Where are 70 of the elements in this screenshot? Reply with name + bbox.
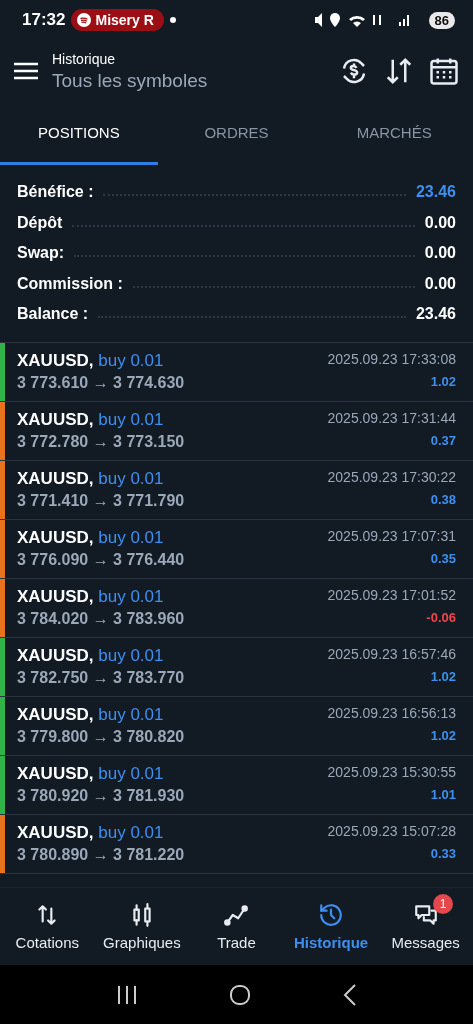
deal-time: 2025.09.23 17:33:08	[327, 350, 456, 367]
unread-badge: 1	[432, 894, 453, 914]
deal-time: 2025.09.23 15:07:28	[327, 822, 456, 839]
deal-symbol: XAUUSD, buy 0.01	[17, 704, 164, 725]
summary-value: 0.00	[424, 244, 456, 263]
deal-prices: 3 771.410 → 3 771.790	[17, 491, 185, 510]
deal-profit: 1.02	[430, 668, 456, 684]
deal-time: 2025.09.23 17:07:31	[327, 527, 456, 544]
deal-profit: 0.37	[430, 432, 456, 448]
home-icon[interactable]	[229, 983, 252, 1006]
chat-bubbles-icon	[412, 902, 439, 928]
music-icon	[77, 13, 92, 27]
summary-label: Commission :	[17, 274, 123, 293]
screen-title: Historique	[52, 50, 117, 67]
symbol-filter[interactable]: Tous les symboles	[52, 69, 325, 92]
deal-symbol: XAUUSD, buy 0.01	[17, 409, 164, 430]
battery-level: 86	[428, 11, 455, 29]
deal-symbol: XAUUSD, buy 0.01	[17, 527, 164, 548]
deal-symbol: XAUUSD, buy 0.01	[17, 586, 164, 607]
deal-time: 2025.09.23 16:56:13	[327, 704, 456, 721]
nav-item[interactable]: Historique	[283, 888, 379, 965]
calendar-icon[interactable]	[429, 56, 459, 86]
deal-profit: 0.38	[430, 491, 456, 507]
summary-label: Bénéfice :	[17, 183, 94, 202]
deal-symbol: XAUUSD, buy 0.01	[17, 645, 164, 666]
deal-profit: 1.02	[430, 373, 456, 389]
recents-icon[interactable]	[115, 984, 138, 1005]
summary-label: Swap:	[17, 244, 65, 263]
nav-item[interactable]: Messages 1	[378, 888, 473, 965]
summary-value: 23.46	[415, 183, 456, 202]
deal-time: 2025.09.23 17:31:44	[327, 409, 456, 426]
deal-symbol: XAUUSD, buy 0.01	[17, 350, 164, 371]
deal-prices: 3 780.890 → 3 781.220	[17, 845, 185, 864]
deal-time: 2025.09.23 17:30:22	[327, 468, 456, 485]
deal-prices: 3 784.020 → 3 783.960	[17, 609, 185, 628]
deal-profit: 1.01	[430, 786, 456, 802]
deal-prices: 3 780.920 → 3 781.930	[17, 786, 185, 805]
deal-symbol: XAUUSD, buy 0.01	[17, 822, 164, 843]
tab[interactable]: ORDRES	[157, 102, 316, 165]
summary-label: Dépôt	[17, 213, 63, 232]
nav-item[interactable]: Cotations	[0, 888, 95, 965]
deal-time: 2025.09.23 15:30:55	[327, 763, 456, 780]
back-icon[interactable]	[343, 983, 358, 1006]
line-chart-icon	[223, 902, 250, 928]
deal-prices: 3 779.800 → 3 780.820	[17, 727, 185, 746]
summary-value: 0.00	[424, 213, 456, 232]
tab[interactable]: MARCHÉS	[315, 102, 473, 165]
menu-icon[interactable]	[14, 62, 38, 80]
nav-item[interactable]: Trade	[189, 888, 284, 965]
tab[interactable]: POSITIONS	[0, 102, 158, 165]
deal-prices: 3 773.610 → 3 774.630	[17, 373, 185, 392]
deal-prices: 3 776.090 → 3 776.440	[17, 550, 185, 569]
deal-prices: 3 772.780 → 3 773.150	[17, 432, 185, 451]
summary-value: 23.46	[415, 305, 456, 324]
nav-item[interactable]: Graphiques	[94, 888, 190, 965]
history-icon	[318, 902, 345, 928]
summary-value: 0.00	[424, 274, 456, 293]
deal-symbol: XAUUSD, buy 0.01	[17, 763, 164, 784]
dot-icon	[169, 17, 176, 23]
deal-profit: 0.35	[430, 550, 456, 566]
deal-time: 2025.09.23 17:01:52	[327, 586, 456, 603]
deal-profit: 1.02	[430, 727, 456, 743]
deal-prices: 3 782.750 → 3 783.770	[17, 668, 185, 687]
deal-profit: -0.06	[426, 609, 456, 625]
clock: 17:32	[22, 10, 66, 30]
deal-time: 2025.09.23 16:57:46	[327, 645, 456, 662]
deal-symbol: XAUUSD, buy 0.01	[17, 468, 164, 489]
media-pill[interactable]: Misery R	[71, 9, 164, 31]
deal-profit: 0.33	[430, 845, 456, 861]
summary-label: Balance :	[17, 305, 89, 324]
